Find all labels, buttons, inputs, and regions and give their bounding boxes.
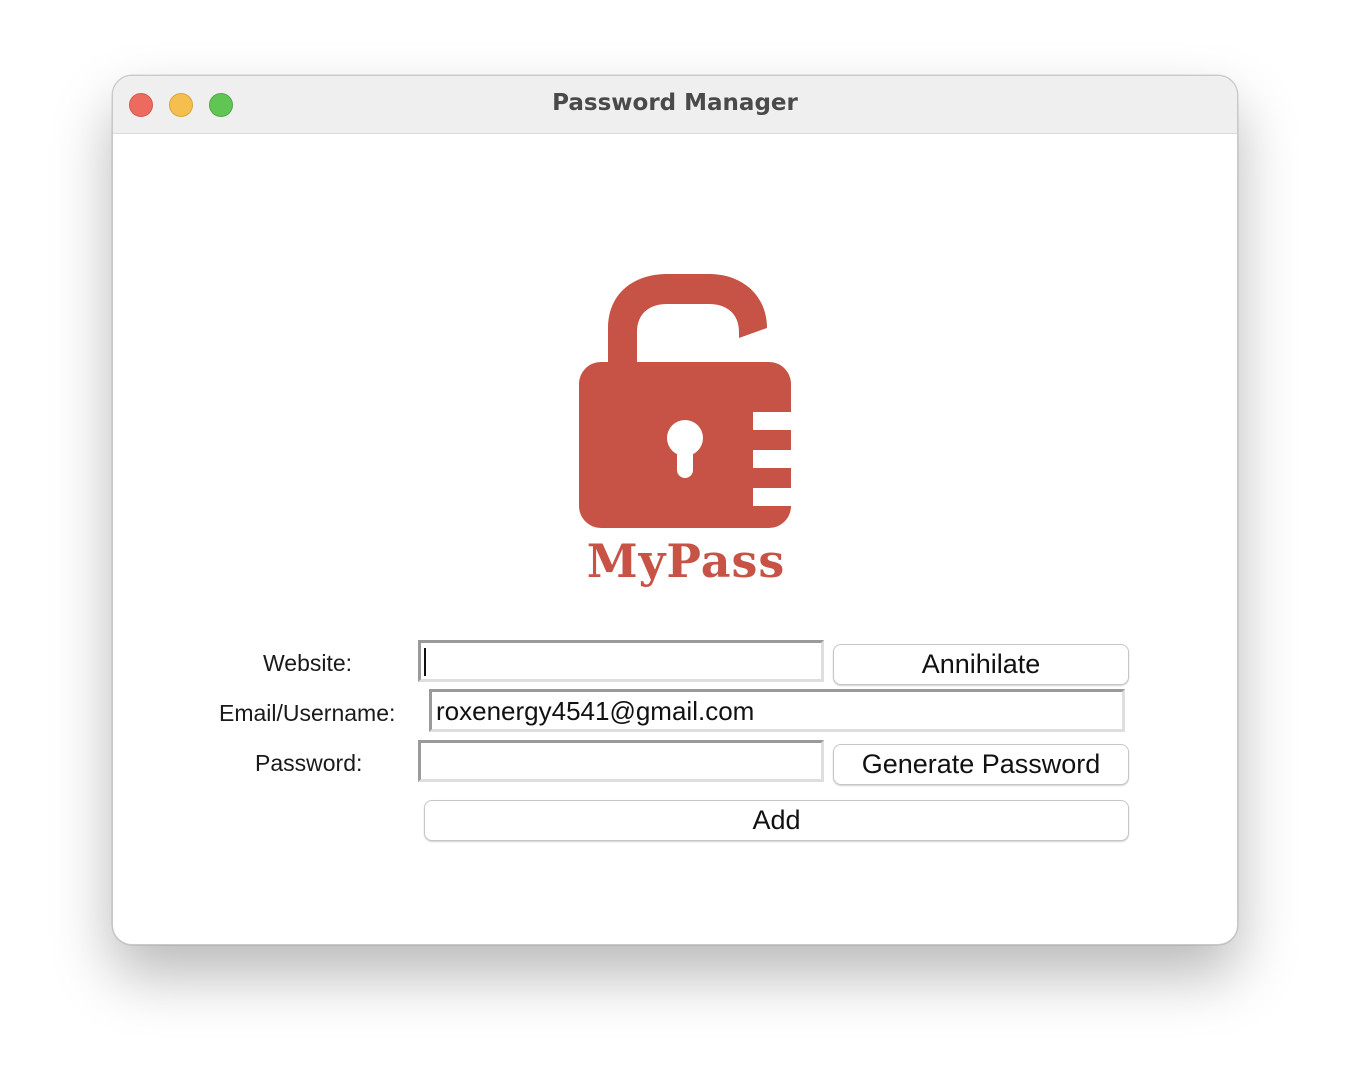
website-label: Website: [263,650,353,676]
generate-password-button[interactable]: Generate Password [833,744,1129,785]
window-title: Password Manager [552,90,798,116]
logo-text: MyPass [586,534,786,588]
website-input[interactable] [418,640,824,682]
email-username-label: Email/Username: [219,700,396,726]
password-label: Password: [255,750,363,776]
email-username-input[interactable]: roxenergy4541@gmail.com [429,689,1125,732]
add-button[interactable]: Add [424,800,1129,841]
password-input[interactable] [418,740,824,782]
text-caret [424,648,426,676]
password-manager-window: Password Manager MyPass Website: Annihil… [112,75,1238,945]
annihilate-button[interactable]: Annihilate [833,644,1129,685]
title-bar[interactable]: Password Manager [113,76,1237,134]
